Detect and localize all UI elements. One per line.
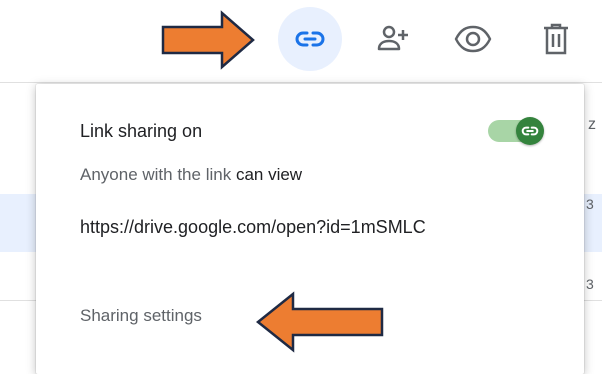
access-scope-text: Anyone with the link: [80, 165, 232, 184]
access-level-dropdown[interactable]: can view: [236, 165, 302, 184]
sharing-settings-link[interactable]: Sharing settings: [80, 305, 202, 327]
file-actions-toolbar: [0, 0, 602, 82]
divider: [0, 82, 602, 83]
column-text-fragment: z: [588, 116, 596, 133]
person-add-icon: [377, 25, 408, 51]
get-link-button[interactable]: [278, 7, 342, 71]
popup-title: Link sharing on: [80, 121, 203, 141]
link-access-description: Anyone with the link can view: [80, 164, 302, 186]
annotation-arrow-left: [255, 291, 384, 353]
link-sharing-toggle[interactable]: [484, 115, 548, 147]
column-text-fragment: 3: [586, 276, 594, 292]
link-icon: [521, 126, 539, 136]
eye-icon: [454, 25, 492, 53]
link-icon: [295, 31, 325, 47]
column-text-fragment: 3: [586, 196, 594, 212]
preview-button[interactable]: [441, 7, 505, 71]
delete-button[interactable]: [524, 7, 588, 71]
share-link-field[interactable]: https://drive.google.com/open?id=1mSMLC: [80, 215, 555, 239]
annotation-arrow-right: [161, 10, 255, 70]
add-people-button[interactable]: [361, 7, 425, 71]
toggle-knob: [516, 117, 544, 145]
trash-icon: [544, 23, 568, 55]
